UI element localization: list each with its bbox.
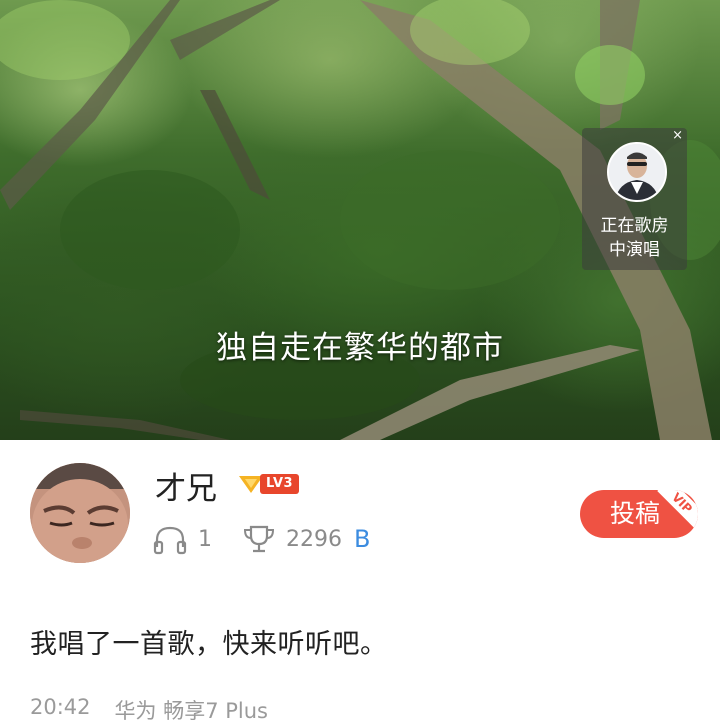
post-text: 我唱了一首歌，快来听听吧。	[30, 629, 388, 660]
trophy-icon	[243, 525, 275, 553]
level-badge: LV3	[238, 473, 300, 495]
live-singing-card[interactable]: × 正在歌房 中演唱	[582, 128, 687, 270]
user-stats: 1 2296 B	[152, 522, 370, 556]
vip-ribbon: VIP	[657, 490, 698, 528]
close-icon[interactable]: ×	[672, 129, 683, 143]
currency-label: B	[354, 525, 371, 553]
user-photo-icon	[30, 463, 130, 563]
listen-count: 1	[198, 526, 212, 552]
username[interactable]: 才兄	[155, 463, 217, 508]
submit-button[interactable]: 投稿 VIP	[580, 490, 698, 538]
live-avatar	[607, 142, 667, 202]
trophy-count: 2296	[286, 526, 342, 552]
singer-portrait-icon	[609, 144, 665, 200]
headphones-icon	[153, 526, 187, 555]
video-player[interactable]: 独自走在繁华的都市 × 正在歌房 中演唱	[0, 0, 720, 440]
post-device: 华为 畅享7 Plus	[114, 699, 268, 723]
submit-label: 投稿	[609, 499, 660, 528]
level-label: LV3	[260, 474, 300, 494]
post-meta: 20:42 华为 畅享7 Plus	[30, 695, 268, 725]
live-status-line2: 中演唱	[609, 240, 660, 260]
post-time: 20:42	[30, 695, 91, 719]
avatar[interactable]	[30, 463, 130, 563]
lyric-subtitle: 独自走在繁华的都市	[216, 330, 504, 366]
live-status-line1: 正在歌房	[600, 216, 669, 236]
